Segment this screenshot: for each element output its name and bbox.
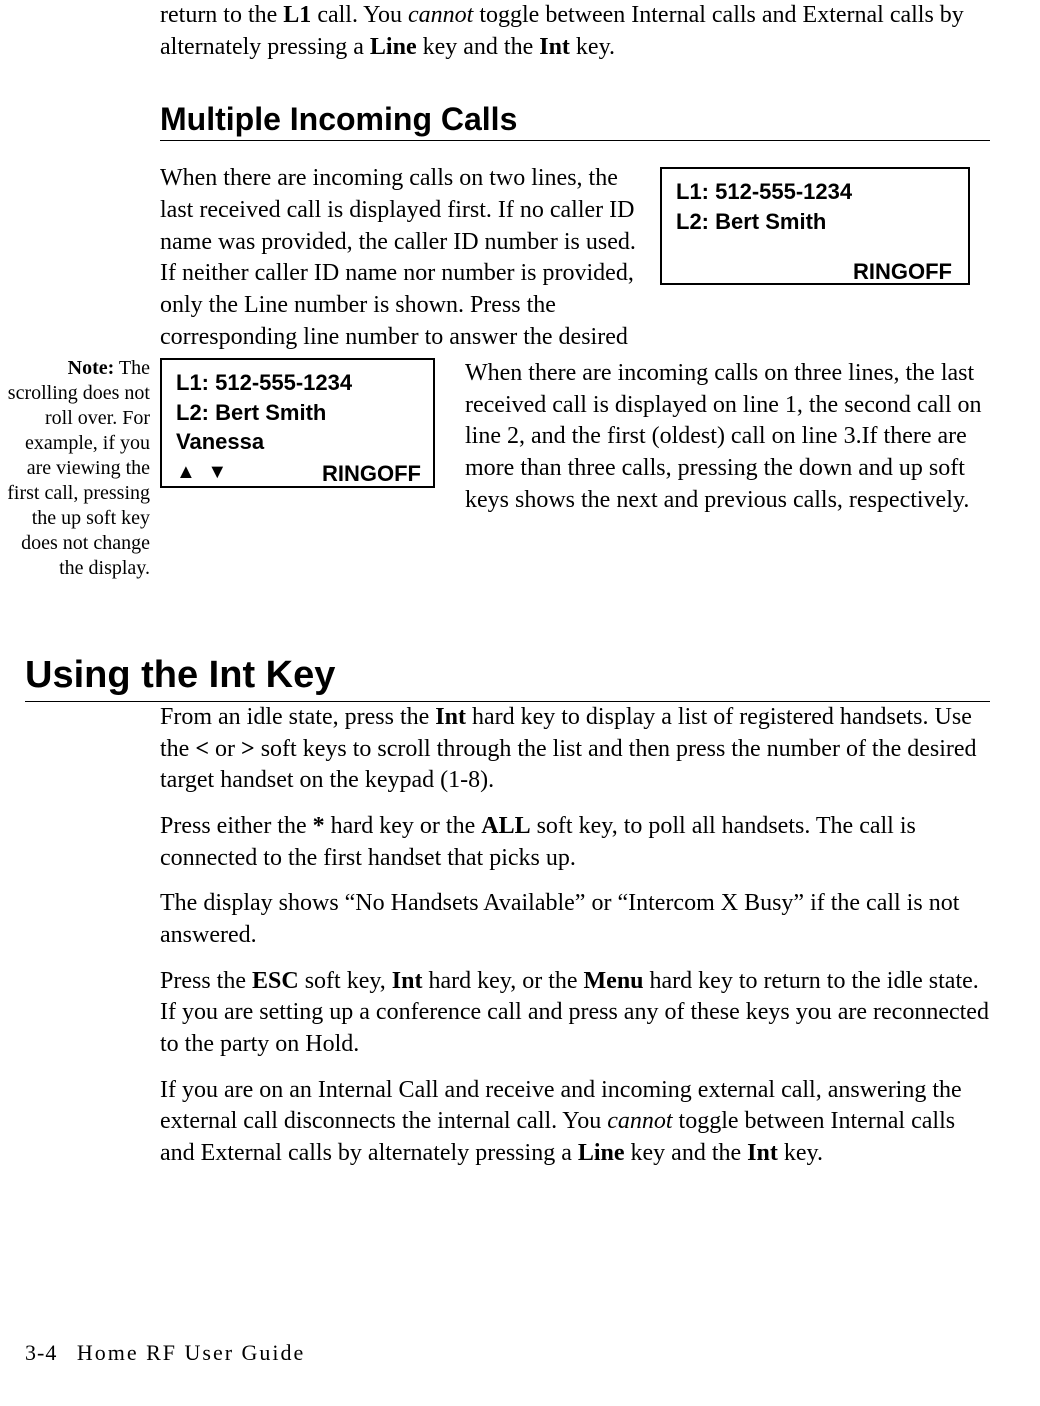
lcd-line-2: L2: Bert Smith xyxy=(676,207,956,237)
continuation-paragraph: return to the L1 call. You cannot toggle… xyxy=(160,0,990,63)
para-three-lines: When there are incoming calls on three l… xyxy=(465,358,985,516)
heading-using-int-key: Using the Int Key xyxy=(25,654,990,702)
text-bold: Int xyxy=(392,968,423,994)
lcd-display-two-lines: L1: 512-555-1234 L2: Bert Smith RINGOFF xyxy=(660,167,970,285)
para-two-lines: When there are incoming calls on two lin… xyxy=(160,163,640,385)
text: hard key or the xyxy=(325,813,482,839)
para-internal-external: If you are on an Internal Call and recei… xyxy=(160,1075,990,1170)
text-bold: Int xyxy=(539,34,570,60)
note-text: The scrolling does not roll over. For ex… xyxy=(7,357,150,579)
text: call. You xyxy=(311,2,408,28)
para-poll-all: Press either the * hard key or the ALL s… xyxy=(160,811,990,874)
text: hard key, or the xyxy=(422,968,583,994)
text-bold: ESC xyxy=(252,968,299,994)
heading-multiple-incoming-calls: Multiple Incoming Calls xyxy=(160,101,990,141)
lcd-display-three-lines: L1: 512-555-1234 L2: Bert Smith Vanessa … xyxy=(160,358,435,488)
para-no-handsets: The display shows “No Handsets Available… xyxy=(160,888,990,951)
arrow-up-down-icons: ▲ ▼ xyxy=(176,459,230,489)
para-esc-return: Press the ESC soft key, Int hard key, or… xyxy=(160,966,990,1061)
text-bold: Line xyxy=(370,34,417,60)
text: return to the xyxy=(160,2,283,28)
text-bold: ALL xyxy=(481,813,530,839)
text-bold: < xyxy=(195,736,209,762)
lcd-line-3: Vanessa xyxy=(176,427,421,457)
text-italic: cannot xyxy=(607,1108,672,1134)
footer-title: Home RF User Guide xyxy=(77,1340,305,1365)
lcd-line-2: L2: Bert Smith xyxy=(176,398,421,428)
text: Press the xyxy=(160,968,252,994)
text: soft key, xyxy=(299,968,392,994)
lcd-softkey-ringoff: RINGOFF xyxy=(322,459,421,489)
text: Press either the xyxy=(160,813,313,839)
text-bold: L1 xyxy=(283,2,311,28)
text-bold: Int xyxy=(747,1140,778,1166)
text: key. xyxy=(570,34,615,60)
text-bold: * xyxy=(313,813,325,839)
page-number: 3-4 xyxy=(25,1340,57,1365)
text-italic: cannot xyxy=(408,2,473,28)
text-bold: Menu xyxy=(584,968,644,994)
lcd-softkey-ringoff: RINGOFF xyxy=(676,237,956,287)
lcd-line-1: L1: 512-555-1234 xyxy=(676,177,956,207)
para-int-idle: From an idle state, press the Int hard k… xyxy=(160,702,990,797)
text-bold: > xyxy=(241,736,255,762)
text: key and the xyxy=(625,1140,748,1166)
note-label: Note: xyxy=(68,357,115,379)
text: From an idle state, press the xyxy=(160,704,435,730)
text-bold: Line xyxy=(578,1140,625,1166)
text: key. xyxy=(778,1140,823,1166)
page-footer: 3-4 Home RF User Guide xyxy=(25,1340,305,1366)
text-bold: Int xyxy=(435,704,466,730)
text: or xyxy=(209,736,241,762)
lcd-line-1: L1: 512-555-1234 xyxy=(176,368,421,398)
text: soft keys to scroll through the list and… xyxy=(160,736,977,794)
margin-note-scrolling: Note: The scrolling does not roll over. … xyxy=(0,356,150,581)
text: key and the xyxy=(417,34,540,60)
